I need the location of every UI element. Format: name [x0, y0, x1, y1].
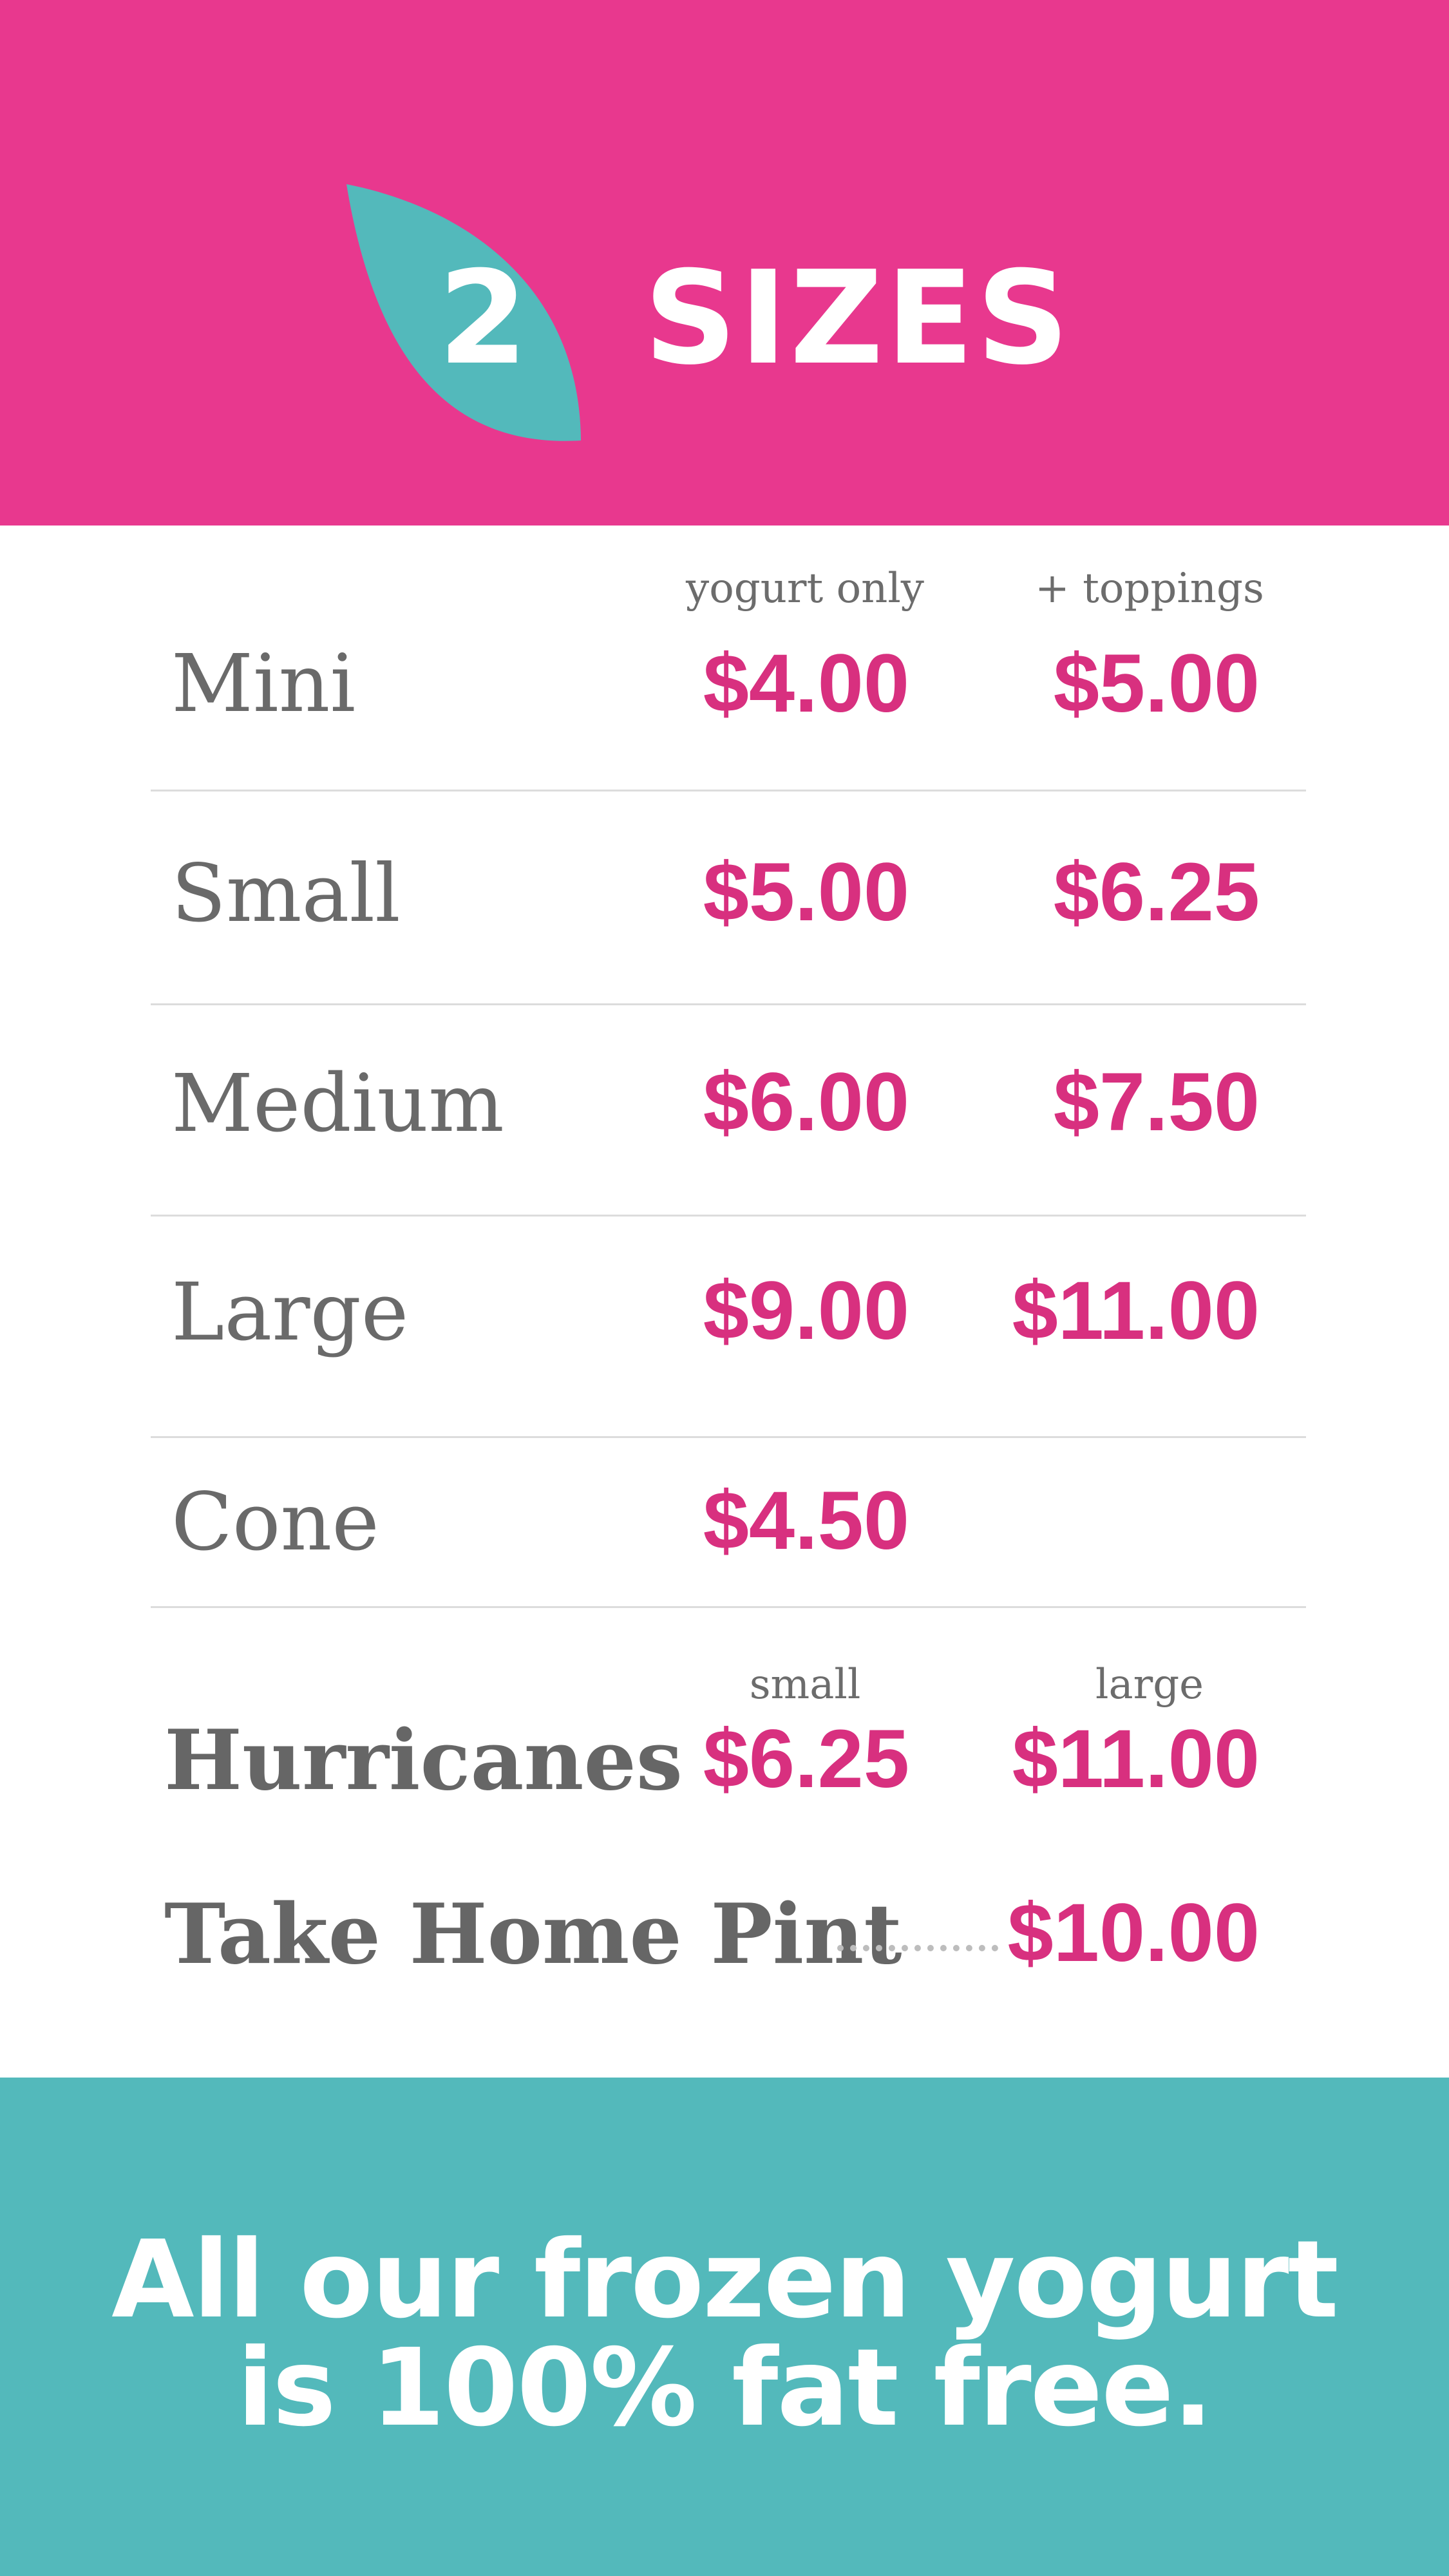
price-hurricanes-large: $11.00 [1012, 1713, 1260, 1805]
price-small-toppings: $6.25 [1053, 846, 1260, 938]
price-small-yogurt-only: $5.00 [703, 846, 909, 938]
column-header-small: small [749, 1661, 861, 1709]
price-medium-toppings: $7.50 [1053, 1056, 1260, 1148]
step-number: 2 [438, 243, 528, 393]
header-banner: 2 SIZES [0, 0, 1449, 526]
size-label-mini: Mini [171, 638, 356, 730]
footer-line-2: is 100% fat free. [237, 2326, 1213, 2450]
pint-label: Take Home Pint [164, 1886, 902, 1983]
divider [151, 1606, 1306, 1608]
size-label-cone: Cone [171, 1476, 379, 1569]
divider [151, 790, 1306, 791]
size-label-small: Small [171, 848, 401, 940]
column-header-toppings: + toppings [1035, 565, 1264, 612]
price-medium-yogurt-only: $6.00 [703, 1056, 909, 1148]
price-large-yogurt-only: $9.00 [703, 1265, 909, 1357]
column-header-large: large [1095, 1661, 1204, 1709]
divider [151, 1215, 1306, 1217]
price-large-toppings: $11.00 [1012, 1265, 1260, 1357]
price-cone-yogurt-only: $4.50 [703, 1475, 909, 1567]
divider [151, 1436, 1306, 1438]
column-header-yogurt-only: yogurt only [686, 565, 924, 612]
price-mini-yogurt-only: $4.00 [703, 638, 909, 730]
size-label-medium: Medium [171, 1057, 504, 1150]
price-hurricanes-small: $6.25 [703, 1713, 909, 1805]
size-label-large: Large [171, 1266, 409, 1359]
footer-banner: All our frozen yogurt is 100% fat free. [0, 2078, 1449, 2576]
footer-line-1: All our frozen yogurt [111, 2218, 1339, 2342]
price-pint: $10.00 [1007, 1887, 1260, 1979]
price-mini-toppings: $5.00 [1053, 638, 1260, 730]
page-title: SIZES [644, 243, 1072, 393]
divider [151, 1003, 1306, 1005]
